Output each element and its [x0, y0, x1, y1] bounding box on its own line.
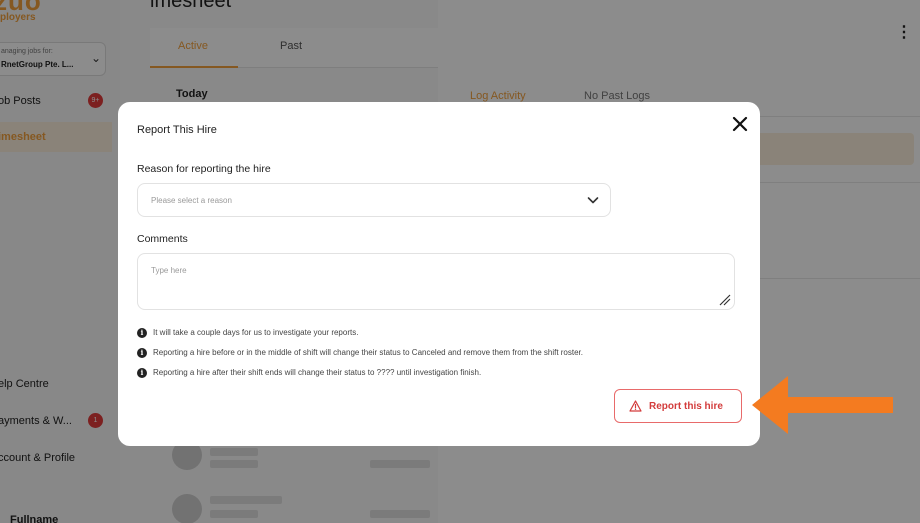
report-hire-modal: Report This Hire Reason for reporting th…: [118, 102, 760, 446]
reason-placeholder: Please select a reason: [151, 196, 232, 205]
report-hire-button[interactable]: Report this hire: [614, 389, 742, 423]
info-icon: i: [137, 368, 147, 378]
reason-label: Reason for reporting the hire: [137, 163, 271, 175]
resize-handle-icon[interactable]: [717, 292, 731, 306]
close-icon: [732, 116, 748, 132]
info-note-text: It will take a couple days for us to inv…: [153, 328, 359, 337]
comments-field[interactable]: Type here: [137, 253, 735, 310]
arrow-left-icon: [752, 376, 893, 434]
info-icon: i: [137, 348, 147, 358]
report-hire-button-label: Report this hire: [649, 401, 723, 412]
warning-triangle-icon: [629, 400, 642, 412]
info-note-text: Reporting a hire after their shift ends …: [153, 368, 482, 377]
chevron-down-icon: [587, 197, 599, 204]
reason-select[interactable]: Please select a reason: [137, 183, 611, 217]
info-icon: i: [137, 328, 147, 338]
info-note-text: Reporting a hire before or in the middle…: [153, 348, 583, 357]
modal-title: Report This Hire: [137, 124, 217, 136]
comments-label: Comments: [137, 233, 188, 245]
comments-placeholder: Type here: [151, 266, 187, 275]
close-button[interactable]: [730, 114, 750, 134]
